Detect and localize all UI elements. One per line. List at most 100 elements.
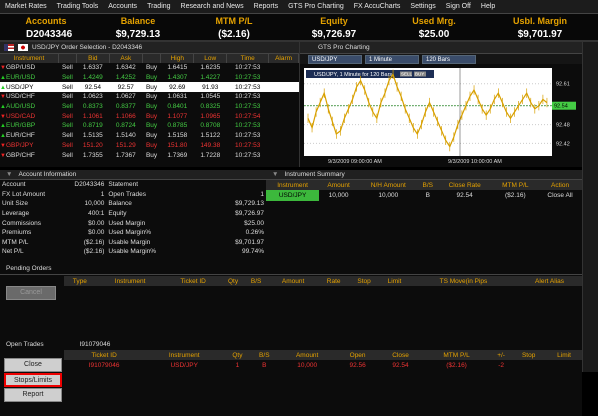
alarm-cell[interactable] [269, 73, 299, 83]
menu-item[interactable]: GTS Pro Charting [283, 3, 349, 10]
us-flag-icon [4, 44, 14, 51]
price-chart[interactable]: USD/JPY, 1 Minute for 120 Bars SELL BUY 92.… [300, 64, 582, 167]
open-trades-column-header: Stop [511, 350, 547, 360]
ask-price: 0.8377 [115, 103, 136, 111]
buy-button[interactable]: Buy [142, 102, 161, 112]
close-all-button[interactable]: Close All [538, 190, 582, 201]
buy-button[interactable]: Buy [142, 73, 161, 83]
alarm-cell[interactable] [269, 131, 299, 141]
quote-row[interactable]: ▼USD/CHF Sell 1.0623 1.0627 Buy 1.0631 1.0545… [0, 92, 299, 102]
quote-instrument-cell[interactable]: ▼GBP/CHF [0, 150, 58, 160]
current-price-label: 92.54 [554, 104, 568, 110]
quote-instrument-cell[interactable]: ▼GBP/JPY [0, 141, 58, 151]
account-bar-value: $9,726.97 [311, 29, 357, 40]
alarm-cell[interactable] [269, 63, 299, 73]
alarm-cell[interactable] [269, 111, 299, 121]
alarm-cell[interactable] [269, 102, 299, 112]
menu-item[interactable]: FX AccuCharts [349, 3, 406, 10]
menu-item[interactable]: Research and News [176, 3, 249, 10]
buy-button[interactable]: Buy [142, 141, 161, 151]
collapse-icon[interactable]: ▼ [6, 171, 12, 178]
quote-column-header: Bid [76, 54, 110, 63]
quote-row[interactable]: ▼GBP/USD Sell 1.6337 1.6342 Buy 1.6415 1.6235… [0, 63, 299, 73]
quote-instrument-cell[interactable]: ▼USD/CHF [0, 92, 58, 102]
open-trades-panel: Open Trades I91079046 Ticket ID Instrumen… [0, 340, 582, 416]
quote-row[interactable]: ▼GBP/CHF Sell 1.7355 1.7367 Buy 1.7369 1.7228… [0, 150, 299, 160]
sell-button[interactable]: Sell [58, 121, 76, 131]
instrument-summary-row[interactable]: USD/JPY 10,000 10,000 B 92.54 ($2.16) Close Al… [266, 190, 582, 201]
account-info-cell: $0.00 [88, 229, 105, 237]
sell-button[interactable]: Sell [58, 131, 76, 141]
alarm-cell[interactable] [268, 82, 299, 93]
buy-button[interactable]: Buy [142, 82, 161, 93]
alarm-cell[interactable] [269, 121, 299, 131]
quote-instrument-cell[interactable]: ▼GBP/USD [0, 63, 58, 73]
sell-button[interactable]: Sell [58, 102, 76, 112]
quote-row[interactable]: ▲USD/JPY Sell 92.54 92.57 Buy 92.69 91.93 10:2… [0, 82, 299, 93]
alarm-cell[interactable] [269, 141, 299, 151]
account-info-row: Net P/L ($2.16) Usable Margin% 99.74% [0, 247, 266, 257]
account-info-cell: Equity [108, 210, 127, 218]
sell-button[interactable]: Sell [58, 82, 77, 93]
chart-interval-select[interactable]: 1 Minute [365, 54, 419, 64]
quote-row[interactable]: ▼USD/CAD Sell 1.1061 1.1066 Buy 1.1077 1.0965… [0, 111, 299, 121]
menu-item[interactable]: Accounts [103, 3, 142, 10]
account-bar-header: Accounts [25, 16, 67, 26]
account-info-cell: 1 [100, 190, 105, 198]
low-price: 1.7228 [200, 151, 221, 159]
chart-bars-select[interactable]: 120 Bars [422, 54, 476, 64]
instrument-summary-cell: 92.54 [456, 192, 473, 199]
menu-item[interactable]: Trading [142, 3, 175, 10]
quote-instrument-cell[interactable]: ▲EUR/CHF [0, 131, 58, 141]
sell-button[interactable]: Sell [58, 150, 76, 160]
quote-row[interactable]: ▲EUR/CHF Sell 1.5135 1.5140 Buy 1.5158 1.5122… [0, 131, 299, 141]
account-info-cell: $9,729.13 [235, 200, 264, 208]
close-button[interactable]: Close [4, 358, 62, 372]
quote-instrument-cell[interactable]: ▲USD/JPY [0, 82, 59, 93]
sell-button[interactable]: Sell [58, 141, 76, 151]
alarm-cell[interactable] [269, 92, 299, 102]
sell-label: Sell [61, 141, 73, 149]
buy-label: Buy [145, 141, 158, 149]
sell-button[interactable]: Sell [58, 73, 76, 83]
chart-symbol-select[interactable]: USD/JPY [308, 54, 362, 64]
quote-row[interactable]: ▲EUR/USD Sell 1.4249 1.4252 Buy 1.4307 1.4227… [0, 73, 299, 83]
account-bar-header: Equity [320, 16, 348, 26]
chart-legend-tag-label: SELL [401, 72, 413, 77]
cancel-button[interactable]: Cancel [6, 286, 56, 300]
menu-item[interactable]: Trading Tools [52, 3, 104, 10]
open-trade-cell: 10,000 [297, 362, 318, 369]
quote-instrument-cell[interactable]: ▲EUR/USD [0, 73, 58, 83]
buy-button[interactable]: Buy [142, 131, 161, 141]
buy-button[interactable]: Buy [142, 111, 161, 121]
account-bar-header: Balance [120, 16, 156, 26]
menu-item[interactable]: Market Rates [0, 3, 52, 10]
sell-button[interactable]: Sell [58, 92, 76, 102]
alarm-cell[interactable] [269, 150, 299, 160]
buy-button[interactable]: Buy [142, 121, 161, 131]
quote-instrument-cell[interactable]: ▲EUR/GBP [0, 121, 58, 131]
buy-button[interactable]: Buy [142, 63, 161, 73]
menu-item[interactable]: Settings [405, 3, 440, 10]
report-button[interactable]: Report [4, 388, 62, 402]
quote-instrument-cell[interactable]: ▼USD/CAD [0, 111, 58, 121]
buy-button[interactable]: Buy [142, 150, 161, 160]
menu-item[interactable]: Sign Off [441, 3, 476, 10]
stops-limits-button[interactable]: Stops/Limits [4, 373, 62, 387]
collapse-icon[interactable]: ▼ [272, 171, 278, 178]
sell-button[interactable]: Sell [58, 111, 76, 121]
menu-item[interactable]: Reports [249, 3, 284, 10]
quote-row[interactable]: ▲EUR/GBP Sell 0.8719 0.8724 Buy 0.8785 0.8708… [0, 121, 299, 131]
main-scrollbar[interactable] [582, 42, 598, 372]
quote-instrument-cell[interactable]: ▲AUD/USD [0, 102, 58, 112]
account-info-cell: $9,701.97 [235, 238, 264, 246]
sell-button[interactable]: Sell [58, 63, 76, 73]
buy-button[interactable]: Buy [142, 92, 161, 102]
high-price: 1.0631 [167, 93, 188, 101]
quote-row[interactable]: ▼GBP/JPY Sell 151.20 151.29 Buy 151.80 149.38… [0, 141, 299, 151]
menu-item[interactable]: Help [476, 3, 500, 10]
open-trade-row[interactable]: I91079046 USD/JPY 1 B 10,000 92.56 92.54 ($2.16… [64, 360, 582, 371]
account-bar-column: Balance $9,729.13 [92, 14, 184, 42]
quote-row[interactable]: ▲AUD/USD Sell 0.8373 0.8377 Buy 0.8401 0.8325… [0, 102, 299, 112]
high-price: 1.7369 [167, 151, 188, 159]
